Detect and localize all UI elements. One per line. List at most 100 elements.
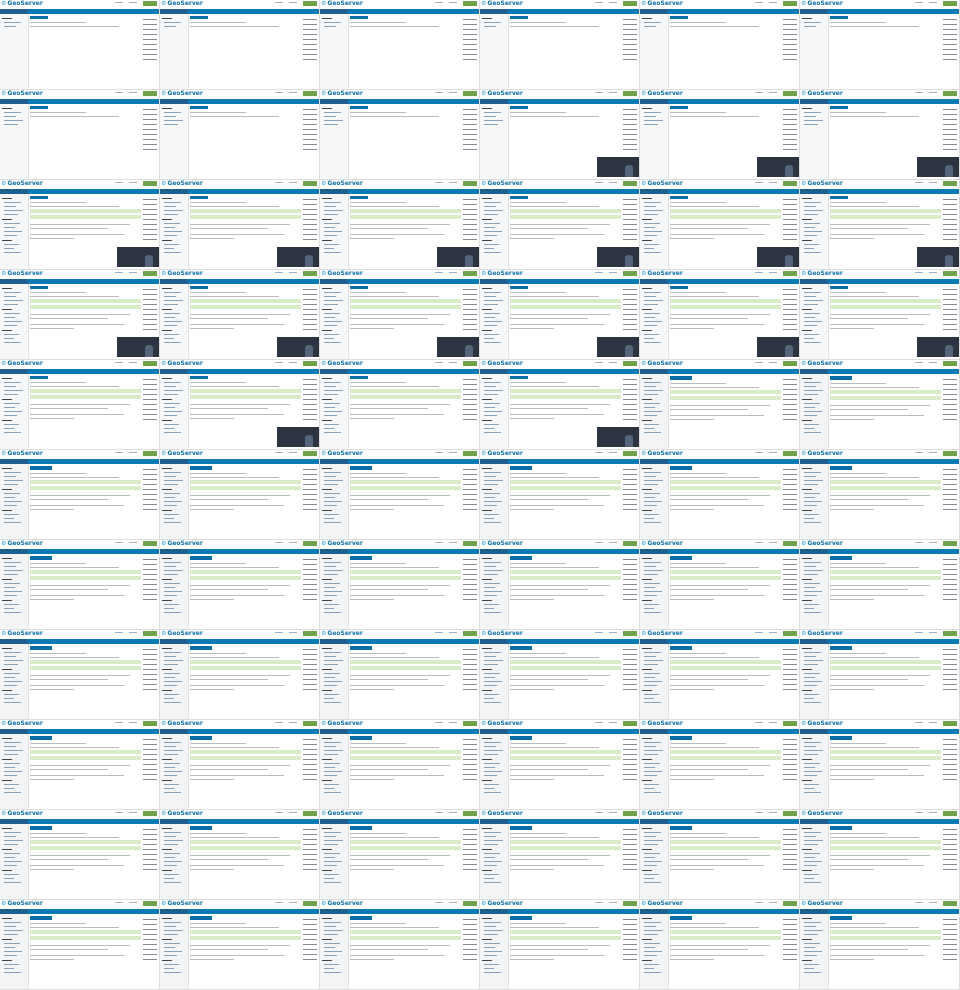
sidebar-item[interactable] [644,223,660,224]
service-link[interactable] [303,39,317,40]
sidebar-item[interactable] [644,325,657,326]
sidebar-item[interactable] [164,252,181,253]
sidebar-item[interactable] [804,763,820,764]
service-link[interactable] [783,234,797,235]
sidebar-item[interactable] [484,386,496,387]
service-link[interactable] [783,674,797,675]
sidebar-item[interactable] [804,742,821,743]
service-link[interactable] [783,319,797,320]
sidebar-item[interactable] [164,792,181,793]
service-link[interactable] [143,839,157,840]
logo[interactable]: ⚙GeoServer [321,90,363,97]
service-link[interactable] [463,569,477,570]
logo[interactable]: ⚙GeoServer [641,540,683,547]
service-link[interactable] [463,44,477,45]
top-link[interactable] [755,272,763,273]
sidebar-item[interactable] [164,612,181,613]
sidebar-item[interactable] [324,844,338,845]
logo[interactable]: ⚙GeoServer [1,90,43,97]
service-link[interactable] [303,304,317,305]
logo[interactable]: ⚙GeoServer [801,540,843,547]
login-button[interactable] [463,901,477,906]
service-link[interactable] [943,44,957,45]
service-link[interactable] [623,829,637,830]
logo[interactable]: ⚙GeoServer [641,900,683,907]
top-link[interactable] [755,542,763,543]
service-link[interactable] [943,149,957,150]
sidebar-item[interactable] [4,342,21,343]
sidebar-item[interactable] [324,763,340,764]
service-link[interactable] [143,759,157,760]
service-link[interactable] [463,329,477,330]
login-button[interactable] [463,361,477,366]
logo[interactable]: ⚙GeoServer [161,630,203,637]
top-link[interactable] [449,632,457,633]
sidebar-item[interactable] [4,476,16,477]
sidebar-item[interactable] [644,415,657,416]
service-link[interactable] [943,859,957,860]
service-link[interactable] [463,469,477,470]
service-link[interactable] [303,839,317,840]
sidebar-item[interactable] [804,878,814,879]
service-link[interactable] [623,479,637,480]
service-link[interactable] [943,129,957,130]
service-link[interactable] [783,504,797,505]
service-link[interactable] [783,919,797,920]
service-link[interactable] [463,764,477,765]
service-link[interactable] [943,944,957,945]
sidebar-item[interactable] [324,685,337,686]
top-link[interactable] [275,812,283,813]
service-link[interactable] [623,739,637,740]
login-button[interactable] [143,1,157,6]
logo[interactable]: ⚙GeoServer [641,270,683,277]
sidebar-item[interactable] [324,583,340,584]
sidebar-item[interactable] [804,591,822,592]
service-link[interactable] [303,679,317,680]
login-button[interactable] [943,181,957,186]
top-link[interactable] [609,182,617,183]
top-link[interactable] [929,632,937,633]
top-link[interactable] [435,452,443,453]
service-link[interactable] [143,774,157,775]
sidebar-item[interactable] [804,673,820,674]
service-link[interactable] [303,219,317,220]
sidebar-item[interactable] [644,694,659,695]
service-link[interactable] [943,834,957,835]
sidebar-item[interactable] [324,660,343,661]
service-link[interactable] [623,559,637,560]
service-link[interactable] [143,129,157,130]
sidebar-item[interactable] [324,338,334,339]
sidebar-item[interactable] [4,338,14,339]
sidebar-item[interactable] [164,742,181,743]
sidebar-item[interactable] [644,788,654,789]
login-button[interactable] [943,631,957,636]
service-link[interactable] [303,139,317,140]
sidebar-item[interactable] [324,300,343,301]
sidebar-item[interactable] [484,595,497,596]
sidebar-item[interactable] [324,673,340,674]
service-link[interactable] [143,479,157,480]
service-link[interactable] [943,134,957,135]
service-link[interactable] [623,59,637,60]
service-link[interactable] [303,944,317,945]
sidebar-item[interactable] [644,342,661,343]
service-link[interactable] [143,944,157,945]
service-link[interactable] [143,939,157,940]
login-button[interactable] [463,811,477,816]
sidebar-item[interactable] [164,922,181,923]
sidebar-item[interactable] [804,566,816,567]
service-link[interactable] [623,294,637,295]
service-link[interactable] [623,599,637,600]
service-link[interactable] [143,224,157,225]
service-link[interactable] [783,484,797,485]
sidebar-item[interactable] [804,484,818,485]
service-link[interactable] [143,324,157,325]
service-link[interactable] [303,684,317,685]
service-link[interactable] [463,114,477,115]
service-link[interactable] [463,954,477,955]
sidebar-item[interactable] [4,922,21,923]
sidebar-item[interactable] [324,930,343,931]
sidebar-item[interactable] [804,120,823,121]
logo[interactable]: ⚙GeoServer [801,450,843,457]
sidebar-item[interactable] [164,763,180,764]
